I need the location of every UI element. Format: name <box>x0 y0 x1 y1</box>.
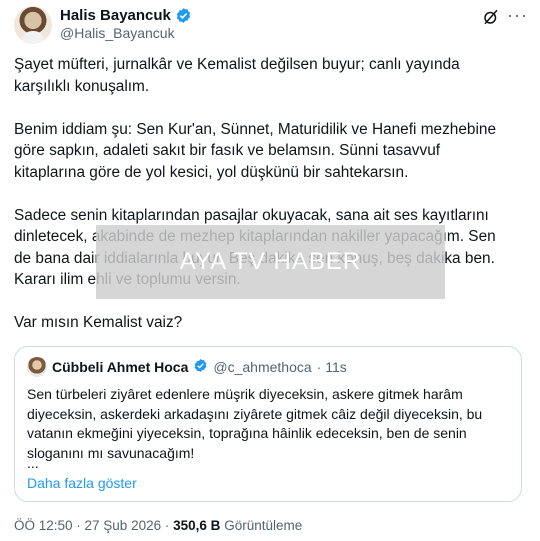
quoted-author-name: Cübbeli Ahmet Hoca <box>52 359 189 375</box>
tweet-paragraph: Benim iddiam şu: Sen Kur'an, Sünnet, Mat… <box>14 120 497 181</box>
quoted-author-avatar <box>27 357 47 377</box>
views-label: Görüntüleme <box>224 518 303 533</box>
quoted-author-handle: @c_ahmethoca <box>213 359 312 375</box>
tweet-header: Halis Bayancuk @Halis_Bayancuk ··· <box>14 4 528 44</box>
show-more-link[interactable]: Daha fazla göster <box>27 475 137 491</box>
tweet-timestamp[interactable]: ÖÖ 12:50 · 27 Şub 2026 · <box>14 518 169 533</box>
quoted-tweet-time: · 11s <box>316 359 347 375</box>
author-name-line: Halis Bayancuk <box>60 7 192 24</box>
tweet-footer: ÖÖ 12:50 · 27 Şub 2026 · 350,6 B Görüntü… <box>14 518 302 533</box>
verified-badge-icon <box>193 358 208 376</box>
author-avatar[interactable] <box>14 6 52 44</box>
tweet-paragraph: Var mısın Kemalist vaiz? <box>14 314 183 331</box>
verified-badge-icon <box>175 7 192 24</box>
more-icon[interactable]: ··· <box>507 6 528 24</box>
author-display-name[interactable]: Halis Bayancuk <box>60 7 171 24</box>
views-count: 350,6 B <box>173 518 221 533</box>
tweet-body: Şayet müfteri, jurnalkâr ve Kemalist değ… <box>14 54 514 355</box>
tweet-paragraph: Şayet müfteri, jurnalkâr ve Kemalist değ… <box>14 56 460 95</box>
watermark: AYA TV HABER <box>96 225 445 299</box>
grok-icon[interactable] <box>482 8 500 31</box>
quoted-tweet-ellipsis: ... <box>27 455 39 471</box>
author-handle[interactable]: @Halis_Bayancuk <box>60 25 175 41</box>
quoted-tweet-header: Cübbeli Ahmet Hoca @c_ahmethoca · 11s <box>27 357 347 377</box>
quoted-tweet[interactable]: Cübbeli Ahmet Hoca @c_ahmethoca · 11s Se… <box>14 346 522 502</box>
quoted-tweet-text: Sen türbeleri ziyâret edenlere müşrik di… <box>27 386 483 461</box>
